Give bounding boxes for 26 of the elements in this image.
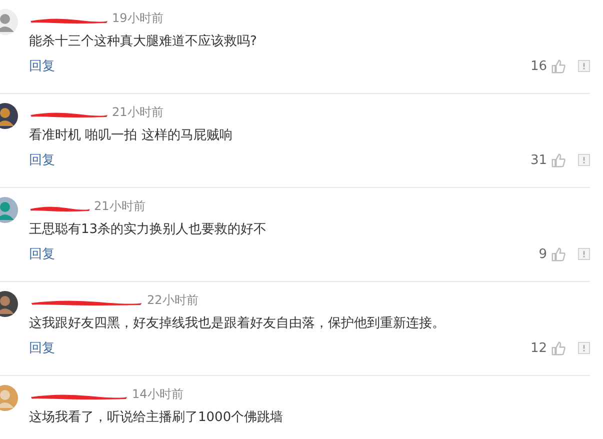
like-count: 16: [530, 58, 547, 74]
comment-text: 看准时机 啪叽一拍 这样的马屁贼响: [29, 127, 234, 145]
comment-text: 这我跟好友四黑，好友掉线我也是跟着好友自由落，保护他到重新连接。: [29, 315, 446, 333]
like-count: 12: [530, 340, 547, 356]
report-icon[interactable]: [578, 248, 590, 260]
reply-link[interactable]: 回复: [29, 339, 55, 357]
like-count: 9: [538, 246, 547, 262]
comment-time: 21小时前: [94, 198, 146, 214]
thumbs-up-icon[interactable]: [551, 246, 566, 262]
report-icon[interactable]: [578, 60, 590, 72]
comment-time: 22小时前: [147, 292, 198, 308]
comment-time: 19小时前: [112, 10, 164, 26]
thumbs-up-icon[interactable]: [551, 58, 566, 74]
report-icon[interactable]: [578, 342, 590, 354]
comment-text: 王思聪有13杀的实力换别人也要救的好不: [29, 221, 268, 239]
reply-link[interactable]: 回复: [29, 57, 55, 75]
report-icon[interactable]: [578, 154, 590, 166]
reply-link[interactable]: 回复: [29, 245, 55, 263]
comment-text: 能杀十三个这种真大腿难道不应该救吗?: [29, 33, 258, 51]
thumbs-up-icon[interactable]: [551, 152, 566, 168]
reply-link[interactable]: 回复: [29, 151, 55, 169]
comment-text: 这场我看了，听说给主播刷了1000个佛跳墙: [29, 409, 284, 427]
comment-time: 14小时前: [132, 386, 184, 402]
like-count: 31: [530, 152, 547, 168]
comment-time: 21小时前: [112, 104, 164, 120]
thumbs-up-icon[interactable]: [551, 340, 566, 356]
